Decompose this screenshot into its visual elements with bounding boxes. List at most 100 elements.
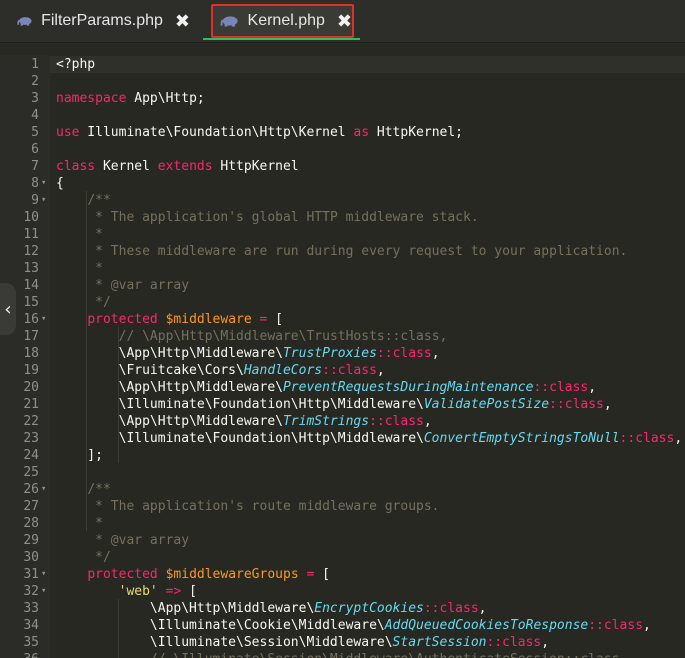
line-number: 24 (23, 448, 39, 463)
fold-arrow-icon[interactable]: ▾ (41, 192, 49, 209)
tab-filterparams[interactable]: FilterParams.php ✖ (10, 4, 190, 38)
line-number: 35 (23, 635, 39, 650)
close-icon[interactable]: ✖ (337, 11, 352, 32)
code-editor[interactable]: 1 <?php 2 3 namespace App\Http; 4 5 use Illumin… (0, 55, 685, 658)
code-line[interactable]: 14 * @var array (0, 277, 685, 294)
code-text: // \App\Http\Middleware\TrustHosts::clas… (56, 328, 448, 345)
code-line[interactable]: 24 ]; (0, 447, 685, 464)
fold-arrow-icon[interactable]: ▾ (41, 566, 49, 583)
tab-label: Kernel.php (247, 12, 325, 29)
fold-arrow-icon[interactable]: ▾ (41, 175, 49, 192)
code-token: /** (87, 482, 111, 497)
code-token: protected (87, 567, 158, 582)
code-token: class (392, 346, 432, 361)
code-token: use (56, 125, 80, 140)
code-line[interactable]: 28 * (0, 515, 685, 532)
php-elephant-icon (17, 17, 32, 26)
code-token: , (588, 380, 597, 395)
code-line[interactable]: 22 \App\Http\Middleware\TrimStrings::cla… (0, 413, 685, 430)
code-line[interactable]: 6 (0, 141, 685, 158)
code-token: , (478, 601, 487, 616)
line-number: 31 (23, 567, 39, 582)
code-token: HandleCors (243, 363, 323, 378)
code-token: Illuminate\Foundation\Http\Kernel (79, 125, 354, 140)
code-text: /** (56, 192, 110, 209)
code-line[interactable]: 18 \App\Http\Middleware\TrustProxies::cl… (0, 345, 685, 362)
collapse-panel-chevron-icon[interactable]: ‹ (0, 283, 16, 335)
line-number: 33 (23, 601, 39, 616)
code-line[interactable]: 21 \Illuminate\Foundation\Http\Middlewar… (0, 396, 685, 413)
fold-arrow-icon[interactable]: ▾ (41, 583, 49, 600)
code-line[interactable]: 15 */ (0, 294, 685, 311)
code-token: App\Http; (126, 91, 205, 106)
code-token: 'web' (118, 584, 158, 599)
code-token: \App\Http\Middleware\ (56, 380, 283, 395)
code-line[interactable]: 29 * @var array (0, 532, 685, 549)
line-number: 4 (31, 108, 39, 123)
tab-kernel[interactable]: Kernel.php ✖ (211, 4, 354, 38)
code-token: [ (267, 312, 283, 327)
code-token: class (549, 380, 589, 395)
code-line[interactable]: 13 * (0, 260, 685, 277)
code-text: <?php (56, 56, 95, 73)
code-line[interactable]: 20 \App\Http\Middleware\PreventRequestsD… (0, 379, 685, 396)
fold-arrow-icon[interactable]: ▾ (41, 311, 49, 328)
code-line[interactable]: 30 */ (0, 549, 685, 566)
code-line[interactable]: 10 * The application's global HTTP middl… (0, 209, 685, 226)
close-icon[interactable]: ✖ (175, 11, 190, 32)
code-line[interactable]: 1 <?php (0, 56, 685, 73)
code-line[interactable]: 36 // \Illuminate\Session\Middleware\Aut… (0, 651, 685, 658)
code-text: namespace App\Http; (56, 90, 205, 107)
code-line[interactable]: 32 ▾ 'web' => [ (0, 583, 685, 600)
line-number: 5 (31, 125, 39, 140)
code-token: ConvertEmptyStringsToNull (423, 431, 620, 446)
line-number: 27 (23, 499, 39, 514)
code-text: \Illuminate\Session\Middleware\StartSess… (56, 634, 549, 651)
code-line[interactable]: 16 ▾ protected $middleware = [ (0, 311, 685, 328)
line-number: 30 (23, 550, 39, 565)
fold-arrow-icon[interactable]: ▾ (41, 481, 49, 498)
code-text: * (56, 226, 103, 243)
code-line[interactable]: 2 (0, 73, 685, 90)
code-text: // \Illuminate\Session\Middleware\Authen… (56, 651, 627, 658)
code-token: , (643, 618, 651, 633)
php-elephant-icon (220, 16, 238, 27)
code-token: :: (486, 635, 503, 650)
code-line[interactable]: 3 namespace App\Http; (0, 90, 685, 107)
code-token: \App\Http\Middleware\ (56, 601, 315, 616)
code-line[interactable]: 11 * (0, 226, 685, 243)
code-line[interactable]: 26 ▾ /** (0, 481, 685, 498)
code-line[interactable]: 35 \Illuminate\Session\Middleware\StartS… (0, 634, 685, 651)
code-line[interactable]: 17 // \App\Http\Middleware\TrustHosts::c… (0, 328, 685, 345)
code-line[interactable]: 33 \App\Http\Middleware\EncryptCookies::… (0, 600, 685, 617)
code-token: */ (87, 550, 111, 565)
code-line[interactable]: 25 (0, 464, 685, 481)
code-line[interactable]: 19 \Fruitcake\Cors\HandleCors::class, (0, 362, 685, 379)
code-token: , (431, 346, 440, 361)
code-line[interactable]: 5 use Illuminate\Foundation\Http\Kernel a… (0, 124, 685, 141)
code-line[interactable]: 7 class Kernel extends HttpKernel (0, 158, 685, 175)
code-token: AddQueuedCookiesToResponse (384, 618, 589, 633)
code-line[interactable]: 34 \Illuminate\Cookie\Middleware\AddQueu… (0, 617, 685, 634)
code-line[interactable]: 27 * The application's route middleware … (0, 498, 685, 515)
code-token: as (353, 125, 370, 140)
code-text: 'web' => [ (56, 583, 197, 600)
code-line[interactable]: 4 (0, 107, 685, 124)
code-token: extends (157, 159, 213, 174)
code-line[interactable]: 8 ▾ { (0, 175, 685, 192)
code-line[interactable]: 23 \Illuminate\Foundation\Http\Middlewar… (0, 430, 685, 447)
code-line[interactable]: 12 * These middleware are run during eve… (0, 243, 685, 260)
code-text: /** (56, 481, 111, 498)
code-line[interactable]: 9 ▾ /** (0, 192, 685, 209)
code-line[interactable]: 31 ▾ protected $middlewareGroups = [ (0, 566, 685, 583)
